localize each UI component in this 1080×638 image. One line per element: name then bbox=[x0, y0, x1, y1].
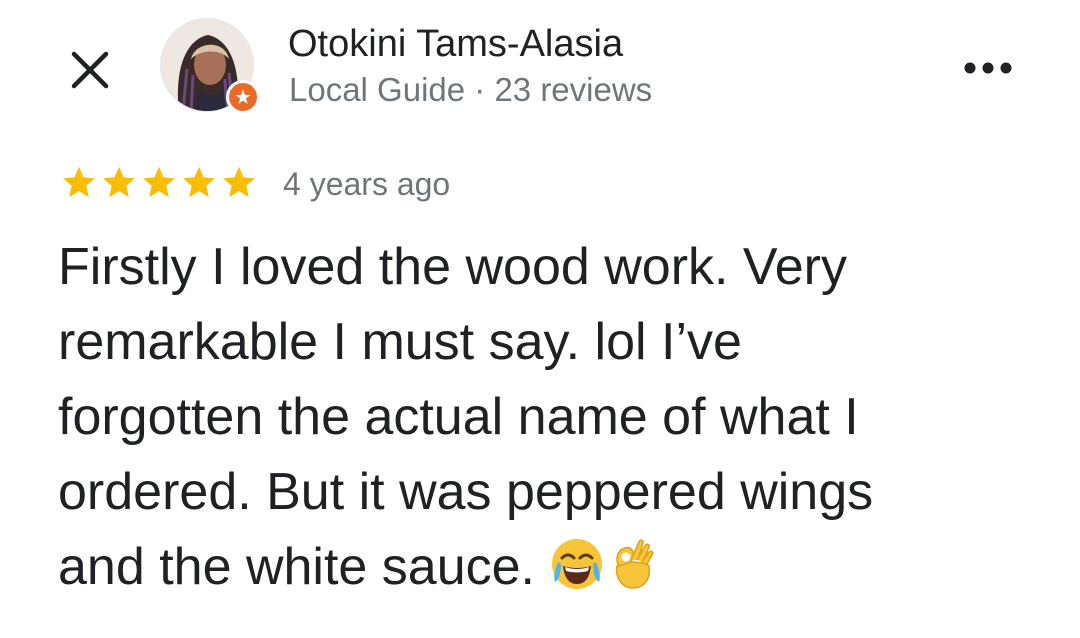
close-icon bbox=[71, 51, 109, 89]
author-meta: Local Guide · 23 reviews bbox=[289, 71, 653, 108]
review-line: Firstly I loved the wood work. Very bbox=[58, 238, 847, 296]
close-button[interactable] bbox=[62, 42, 118, 98]
ok-hand-icon bbox=[605, 536, 657, 613]
author-avatar[interactable] bbox=[160, 18, 260, 114]
author-name[interactable]: Otokini Tams-Alasia bbox=[288, 22, 623, 66]
more-horizontal-icon bbox=[964, 62, 1012, 74]
star-icon bbox=[223, 166, 255, 198]
star-rating bbox=[60, 164, 258, 202]
face-with-tears-of-joy-icon bbox=[549, 536, 605, 613]
review-line-text: and the white sauce. bbox=[58, 538, 535, 596]
review-line-last: and the white sauce. bbox=[58, 530, 1058, 613]
star-icon bbox=[63, 166, 95, 198]
local-guide-badge bbox=[226, 80, 260, 114]
star-icon bbox=[183, 166, 215, 198]
review-text: Firstly I loved the wood work. Very rema… bbox=[58, 230, 1058, 613]
review-line: forgotten the actual name of what I bbox=[58, 388, 859, 446]
review-line: ordered. But it was peppered wings bbox=[58, 463, 874, 521]
review-time: 4 years ago bbox=[283, 166, 451, 202]
star-icon bbox=[103, 166, 135, 198]
star-icon bbox=[143, 166, 175, 198]
review-line: remarkable I must say. lol I’ve bbox=[58, 313, 742, 371]
more-options-button[interactable] bbox=[956, 44, 1020, 92]
local-guide-star-icon bbox=[235, 89, 251, 104]
